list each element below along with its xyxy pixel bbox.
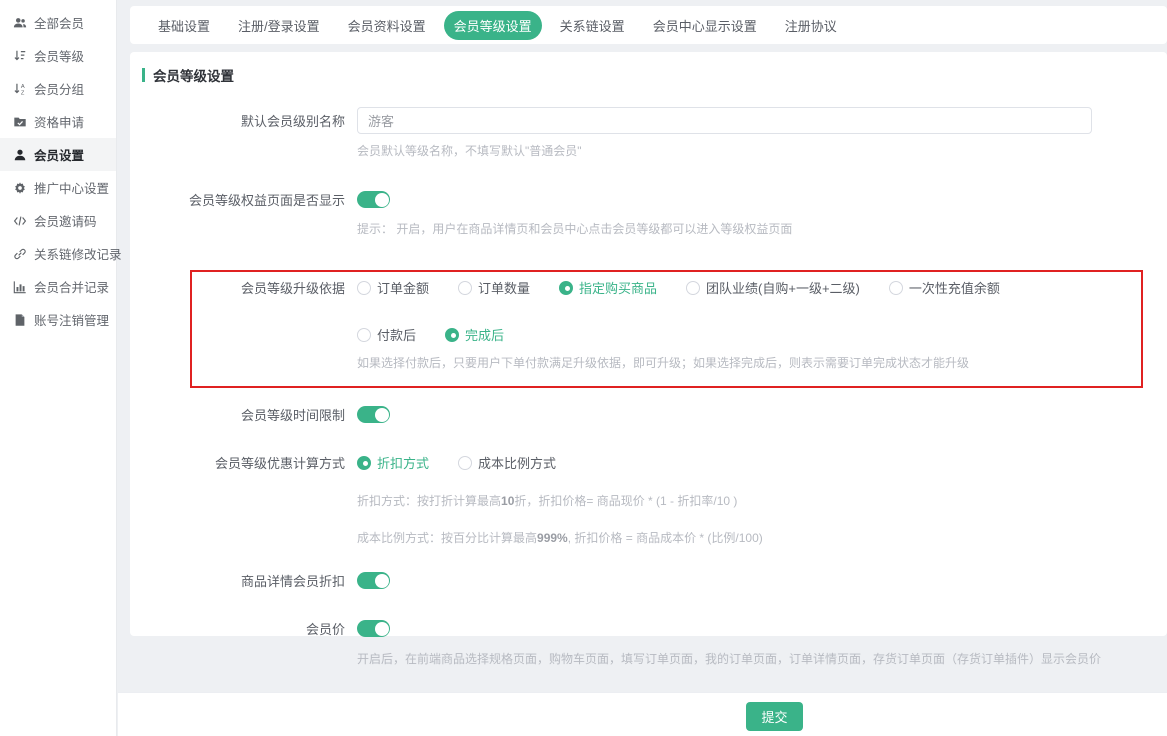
radio-circle-icon — [559, 281, 573, 295]
file-icon — [13, 313, 27, 327]
rights-page-toggle[interactable] — [357, 191, 390, 208]
sidebar-item-label: 账号注销管理 — [34, 310, 109, 329]
radio-circle-icon — [889, 281, 903, 295]
default-level-input[interactable] — [357, 107, 1092, 134]
upgrade-basis-highlight-box: 会员等级升级依据 订单金额 订单数量 指定购买商品 团队业绩(自购+一级+二级 — [190, 270, 1143, 388]
toggle-knob — [375, 193, 389, 207]
svg-text:A: A — [21, 84, 25, 90]
tab-member-profile-settings[interactable]: 会员资料设置 — [338, 11, 436, 40]
radio-discount-mode[interactable]: 折扣方式 — [357, 453, 429, 472]
user-icon — [13, 148, 27, 162]
default-level-label: 默认会员级别名称 — [130, 111, 345, 130]
detail-discount-toggle[interactable] — [357, 572, 390, 589]
discount-mode-helper: 折扣方式：按打折计算最高10折，折扣价格= 商品现价 * (1 - 折扣率/10… — [357, 492, 1167, 509]
sidebar-item-label: 关系链修改记录 — [34, 244, 122, 263]
section-header: 会员等级设置 — [142, 65, 1167, 85]
sidebar-item-label: 资格申请 — [34, 112, 84, 131]
radio-circle-icon — [357, 328, 371, 342]
sidebar: 全部会员 会员等级 AZ 会员分组 资格申请 会员设置 推广中心设置 会员邀请码… — [0, 0, 117, 736]
code-icon — [13, 214, 27, 228]
link-icon — [13, 247, 27, 261]
upgrade-basis-row: 会员等级升级依据 订单金额 订单数量 指定购买商品 团队业绩(自购+一级+二级 — [192, 278, 1141, 297]
radio-cost-ratio-mode[interactable]: 成本比例方式 — [458, 453, 556, 472]
users-icon — [13, 16, 27, 30]
sidebar-item-qualification[interactable]: 资格申请 — [0, 105, 116, 138]
sidebar-item-relation-log[interactable]: 关系链修改记录 — [0, 237, 116, 270]
default-level-row: 默认会员级别名称 — [130, 107, 1167, 134]
rights-page-label: 会员等级权益页面是否显示 — [130, 190, 345, 209]
sidebar-item-invite-code[interactable]: 会员邀请码 — [0, 204, 116, 237]
footer-bar: 提交 — [118, 692, 1167, 736]
detail-discount-row: 商品详情会员折扣 — [130, 571, 1167, 590]
time-limit-label: 会员等级时间限制 — [130, 405, 345, 424]
discount-method-radio-group: 折扣方式 成本比例方式 — [357, 453, 556, 472]
radio-circle-icon — [357, 281, 371, 295]
sidebar-item-member-groups[interactable]: AZ 会员分组 — [0, 72, 116, 105]
rights-page-helper: 提示： 开启，用户在商品详情页和会员中心点击会员等级都可以进入等级权益页面 — [357, 220, 1167, 237]
radio-after-payment[interactable]: 付款后 — [357, 325, 416, 344]
sidebar-item-label: 全部会员 — [34, 13, 84, 32]
section-accent-bar — [142, 68, 145, 82]
time-limit-toggle[interactable] — [357, 406, 390, 423]
radio-order-count[interactable]: 订单数量 — [458, 278, 530, 297]
bar-chart-icon — [13, 280, 27, 294]
sidebar-item-label: 会员邀请码 — [34, 211, 97, 230]
sort-alpha-icon: AZ — [13, 82, 27, 96]
radio-team-performance[interactable]: 团队业绩(自购+一级+二级) — [686, 278, 860, 297]
sidebar-item-label: 会员合并记录 — [34, 277, 109, 296]
svg-text:Z: Z — [21, 90, 25, 96]
sidebar-item-label: 会员设置 — [34, 145, 84, 164]
sidebar-item-member-levels[interactable]: 会员等级 — [0, 39, 116, 72]
sidebar-item-all-members[interactable]: 全部会员 — [0, 6, 116, 39]
toggle-knob — [375, 574, 389, 588]
upgrade-basis-radio-group: 订单金额 订单数量 指定购买商品 团队业绩(自购+一级+二级) 一次性充值余额 — [357, 278, 1000, 297]
sidebar-item-label: 会员分组 — [34, 79, 84, 98]
rights-page-row: 会员等级权益页面是否显示 — [130, 190, 1167, 209]
sidebar-item-promotion-settings[interactable]: 推广中心设置 — [0, 171, 116, 204]
settings-tabbar: 基础设置 注册/登录设置 会员资料设置 会员等级设置 关系链设置 会员中心显示设… — [130, 6, 1167, 44]
radio-circle-icon — [458, 281, 472, 295]
member-price-helper: 开启后，在前端商品选择规格页面，购物车页面，填写订单页面，我的订单页面，订单详情… — [357, 650, 1167, 667]
radio-circle-icon — [445, 328, 459, 342]
tab-relation-chain-settings[interactable]: 关系链设置 — [550, 11, 635, 40]
sidebar-item-merge-log[interactable]: 会员合并记录 — [0, 270, 116, 303]
radio-circle-icon — [357, 456, 371, 470]
member-price-toggle[interactable] — [357, 620, 390, 637]
radio-specified-goods[interactable]: 指定购买商品 — [559, 278, 657, 297]
tab-register-login-settings[interactable]: 注册/登录设置 — [228, 11, 330, 40]
settings-panel: 会员等级设置 默认会员级别名称 会员默认等级名称，不填写默认"普通会员" 会员等… — [130, 52, 1167, 636]
discount-method-row: 会员等级优惠计算方式 折扣方式 成本比例方式 — [130, 453, 1167, 472]
folder-check-icon — [13, 115, 27, 129]
member-price-row: 会员价 — [130, 619, 1167, 638]
upgrade-basis-label: 会员等级升级依据 — [192, 278, 345, 297]
tab-member-level-settings[interactable]: 会员等级设置 — [444, 11, 542, 40]
sidebar-item-label: 推广中心设置 — [34, 178, 109, 197]
section-title: 会员等级设置 — [153, 65, 234, 85]
gear-icon — [13, 181, 27, 195]
toggle-knob — [375, 408, 389, 422]
discount-method-label: 会员等级优惠计算方式 — [130, 453, 345, 472]
sidebar-item-label: 会员等级 — [34, 46, 84, 65]
sidebar-item-account-cancel[interactable]: 账号注销管理 — [0, 303, 116, 336]
radio-circle-icon — [686, 281, 700, 295]
toggle-knob — [375, 622, 389, 636]
sidebar-item-member-settings[interactable]: 会员设置 — [0, 138, 116, 171]
radio-after-completion[interactable]: 完成后 — [445, 325, 504, 344]
upgrade-timing-helper: 如果选择付款后，只要用户下单付款满足升级依据，即可升级；如果选择完成后，则表示需… — [357, 354, 1141, 371]
upgrade-timing-row: 付款后 完成后 — [192, 325, 1141, 344]
detail-discount-label: 商品详情会员折扣 — [130, 571, 345, 590]
member-price-label: 会员价 — [130, 619, 345, 638]
radio-circle-icon — [458, 456, 472, 470]
tab-register-agreement[interactable]: 注册协议 — [775, 11, 847, 40]
default-level-helper: 会员默认等级名称，不填写默认"普通会员" — [357, 142, 1167, 159]
tab-member-center-display-settings[interactable]: 会员中心显示设置 — [643, 11, 767, 40]
radio-one-time-recharge[interactable]: 一次性充值余额 — [889, 278, 1000, 297]
submit-button[interactable]: 提交 — [746, 702, 803, 731]
upgrade-timing-radio-group: 付款后 完成后 — [357, 325, 504, 344]
tab-basic-settings[interactable]: 基础设置 — [148, 11, 220, 40]
sort-numeric-icon — [13, 49, 27, 63]
radio-order-amount[interactable]: 订单金额 — [357, 278, 429, 297]
time-limit-row: 会员等级时间限制 — [130, 405, 1167, 424]
cost-ratio-helper: 成本比例方式：按百分比计算最高999%, 折扣价格 = 商品成本价 * (比例/… — [357, 529, 1167, 546]
